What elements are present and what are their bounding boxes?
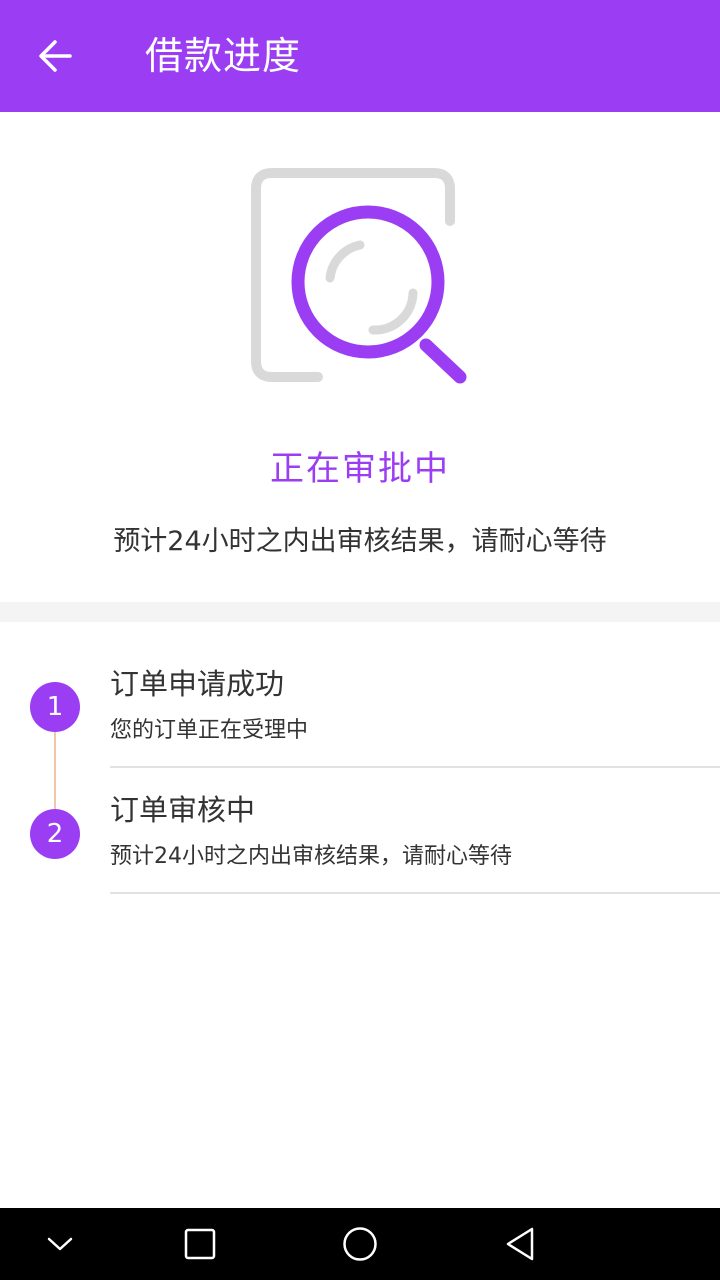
status-description: 预计24小时之内出审核结果，请耐心等待 [113, 526, 607, 557]
back-button[interactable] [24, 32, 88, 80]
step-1-description: 您的订单正在受理中 [110, 718, 309, 743]
nav-back-button[interactable] [480, 1208, 560, 1280]
section-divider [0, 602, 720, 622]
step-divider [110, 766, 720, 768]
system-nav-bar [0, 1208, 720, 1280]
triangle-back-icon [506, 1227, 534, 1261]
step-2-badge: 2 [30, 809, 80, 859]
nav-home-button[interactable] [320, 1208, 400, 1280]
top-bar: 借款进度 [0, 0, 720, 112]
step-2-title: 订单审核中 [110, 793, 256, 827]
step-1-title: 订单申请成功 [110, 667, 285, 701]
arrow-left-icon [39, 40, 72, 72]
search-review-icon [251, 168, 467, 384]
step-divider [110, 892, 720, 894]
status-title: 正在审批中 [270, 449, 450, 489]
page-title: 借款进度 [145, 34, 302, 78]
app-screen: 借款进度 正在审批中 预计24小时之内出审核结果，请耐心等待 1 订单申请成功 … [0, 0, 720, 1280]
step-1-badge: 1 [30, 682, 80, 732]
timeline-connector [54, 720, 56, 820]
step-2-description: 预计24小时之内出审核结果，请耐心等待 [110, 844, 512, 869]
square-icon [184, 1228, 216, 1260]
circle-icon [343, 1227, 377, 1261]
nav-hide-button[interactable] [20, 1208, 100, 1280]
chevron-down-icon [47, 1237, 73, 1251]
nav-recents-button[interactable] [160, 1208, 240, 1280]
